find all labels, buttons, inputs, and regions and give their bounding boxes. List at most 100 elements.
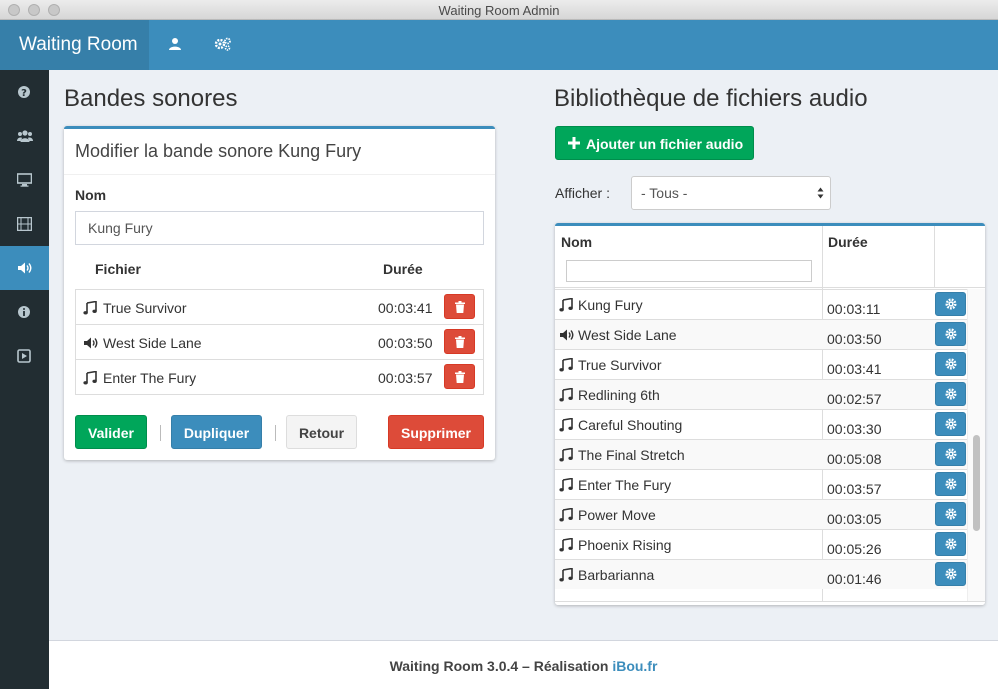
gear-icon [945, 538, 957, 550]
name-filter-input[interactable] [566, 260, 812, 282]
row-settings-button[interactable] [935, 292, 966, 316]
svg-text:?: ? [21, 88, 27, 99]
gear-icon [945, 508, 957, 520]
button-divider [160, 425, 161, 441]
table-row[interactable]: Power Move 00:03:05 [555, 499, 967, 529]
sidebar-item-soundtracks[interactable] [0, 246, 49, 290]
trash-icon [455, 371, 465, 383]
user-icon[interactable] [168, 37, 186, 53]
audio-file-name: Enter The Fury [578, 477, 672, 493]
info-circle-icon [18, 306, 30, 318]
row-settings-button[interactable] [935, 322, 966, 346]
scrollbar-thumb[interactable] [973, 435, 980, 531]
music-icon [559, 538, 573, 552]
column-header-name[interactable]: Nom [561, 234, 592, 250]
soundtrack-file-list: True Survivor 00:03:41 West Side Lane 00… [75, 289, 484, 395]
desktop-icon [17, 173, 32, 187]
table-row[interactable]: West Side Lane 00:03:50 [555, 319, 967, 349]
add-audio-file-label: Ajouter un fichier audio [586, 136, 744, 152]
audio-file-duration: 00:03:11 [827, 301, 881, 317]
table-row[interactable]: The Final Stretch 00:05:08 [555, 439, 967, 469]
table-scrollbar[interactable] [967, 289, 985, 601]
gear-icon [945, 388, 957, 400]
gear-icon [945, 478, 957, 490]
music-icon [559, 478, 573, 492]
sidebar-item-playlists[interactable] [0, 334, 49, 378]
list-item[interactable]: True Survivor 00:03:41 [76, 290, 483, 325]
column-header-duration[interactable]: Durée [828, 234, 868, 250]
delete-file-button[interactable] [444, 364, 475, 389]
file-name: Enter The Fury [103, 370, 197, 386]
table-row[interactable]: Redlining 6th 00:02:57 [555, 379, 967, 409]
volume-icon [560, 329, 574, 341]
cogs-icon[interactable] [214, 37, 232, 53]
sidebar-item-help[interactable]: ? [0, 70, 49, 114]
row-settings-button[interactable] [935, 502, 966, 526]
audio-file-duration: 00:05:26 [827, 541, 882, 557]
back-button[interactable]: Retour [286, 415, 357, 449]
music-icon [559, 358, 573, 372]
play-square-icon [17, 349, 31, 363]
row-settings-button[interactable] [935, 532, 966, 556]
table-row[interactable]: Barbarianna 00:01:46 [555, 559, 967, 589]
edit-soundtrack-panel: Modifier la bande sonore Kung Fury Nom F… [64, 126, 495, 460]
filter-label: Afficher : [555, 185, 610, 201]
file-duration: 00:03:41 [378, 300, 433, 316]
list-item[interactable]: Enter The Fury 00:03:57 [76, 360, 483, 395]
sidebar-item-screens[interactable] [0, 158, 49, 202]
duration-column-header: Durée [383, 261, 423, 277]
list-item[interactable]: West Side Lane 00:03:50 [76, 325, 483, 360]
row-settings-button[interactable] [935, 562, 966, 586]
audio-file-name: Redlining 6th [578, 387, 660, 403]
footer: Waiting Room 3.0.4 – Réalisation iBou.fr [49, 640, 998, 689]
filter-select[interactable]: - Tous - [631, 176, 831, 210]
file-name: True Survivor [103, 300, 187, 316]
row-settings-button[interactable] [935, 412, 966, 436]
add-audio-file-button[interactable]: Ajouter un fichier audio [555, 126, 754, 160]
main-content: Bandes sonores Modifier la bande sonore … [49, 70, 998, 640]
table-row[interactable]: Careful Shouting 00:03:30 [555, 409, 967, 439]
file-duration: 00:03:57 [378, 370, 433, 386]
table-bottom-bar [555, 601, 985, 605]
audio-file-duration: 00:03:57 [827, 481, 882, 497]
delete-button[interactable]: Supprimer [388, 415, 484, 449]
sidebar-item-users[interactable] [0, 114, 49, 158]
brand-logo[interactable]: Waiting Room [0, 20, 149, 70]
button-divider [275, 425, 276, 441]
delete-file-button[interactable] [444, 294, 475, 319]
audio-file-name: Phoenix Rising [578, 537, 672, 553]
row-settings-button[interactable] [935, 472, 966, 496]
audio-file-duration: 00:02:57 [827, 391, 882, 407]
sidebar: ? [0, 70, 49, 689]
gear-icon [945, 298, 957, 310]
top-navbar: Waiting Room [0, 20, 998, 70]
music-icon [559, 388, 573, 402]
table-row[interactable]: Enter The Fury 00:03:57 [555, 469, 967, 499]
footer-link[interactable]: iBou.fr [612, 658, 657, 674]
table-row[interactable]: Phoenix Rising 00:05:26 [555, 529, 967, 559]
sidebar-item-info[interactable] [0, 290, 49, 334]
gear-icon [945, 568, 957, 580]
film-icon [17, 217, 32, 231]
gear-icon [945, 418, 957, 430]
library-title: Bibliothèque de fichiers audio [554, 85, 868, 112]
name-input[interactable] [75, 211, 484, 245]
duplicate-button[interactable]: Dupliquer [171, 415, 262, 449]
sidebar-item-videos[interactable] [0, 202, 49, 246]
table-row[interactable]: Kung Fury 00:03:11 [555, 289, 967, 319]
validate-button[interactable]: Valider [75, 415, 147, 449]
audio-file-name: Careful Shouting [578, 417, 683, 433]
row-settings-button[interactable] [935, 352, 966, 376]
audio-file-name: West Side Lane [578, 327, 677, 343]
plus-icon [568, 137, 580, 149]
table-row[interactable]: True Survivor 00:03:41 [555, 349, 967, 379]
gear-icon [945, 448, 957, 460]
row-settings-button[interactable] [935, 442, 966, 466]
trash-icon [455, 301, 465, 313]
footer-text: Waiting Room 3.0.4 – Réalisation [389, 658, 609, 674]
row-settings-button[interactable] [935, 382, 966, 406]
audio-file-duration: 00:03:41 [827, 361, 882, 377]
audio-file-name: The Final Stretch [578, 447, 685, 463]
delete-file-button[interactable] [444, 329, 475, 354]
question-circle-icon: ? [18, 86, 30, 99]
